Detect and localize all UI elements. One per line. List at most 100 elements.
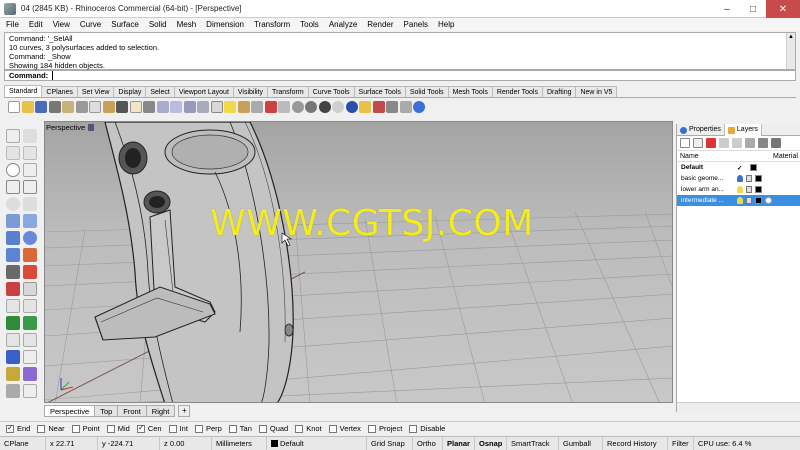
layer-icon[interactable] bbox=[23, 384, 37, 398]
menu-curve[interactable]: Curve bbox=[80, 20, 101, 29]
command-prompt[interactable]: Command: bbox=[4, 70, 796, 81]
move-up-icon[interactable] bbox=[719, 138, 729, 148]
tab-solid-tools[interactable]: Solid Tools bbox=[404, 86, 449, 97]
osnap-checkbox[interactable] bbox=[106, 424, 115, 433]
rectangle-icon[interactable] bbox=[6, 180, 20, 194]
tab-curve-tools[interactable]: Curve Tools bbox=[307, 86, 355, 97]
curve-icon[interactable] bbox=[23, 146, 37, 160]
dimension-icon[interactable] bbox=[6, 350, 20, 364]
move-icon[interactable] bbox=[6, 282, 20, 296]
status-filter[interactable]: Filter bbox=[668, 436, 694, 450]
status-planar[interactable]: Planar bbox=[443, 436, 475, 450]
menu-surface[interactable]: Surface bbox=[111, 20, 139, 29]
status-record-history[interactable]: Record History bbox=[603, 436, 668, 450]
zoom-window-icon[interactable] bbox=[170, 101, 182, 113]
osnap-checkbox[interactable] bbox=[136, 423, 145, 433]
copy-icon[interactable] bbox=[89, 101, 101, 113]
layer-row[interactable]: lower arm an... bbox=[677, 184, 800, 195]
trim-icon[interactable] bbox=[6, 299, 20, 313]
add-viewport-icon[interactable]: + bbox=[178, 405, 191, 417]
status-cplane[interactable]: CPlane bbox=[0, 436, 46, 450]
tab-transform[interactable]: Transform bbox=[267, 86, 309, 97]
menu-view[interactable]: View bbox=[53, 20, 70, 29]
help-icon[interactable] bbox=[413, 101, 425, 113]
osnap-int[interactable]: Int bbox=[168, 424, 188, 433]
status-units[interactable]: Millimeters bbox=[212, 436, 267, 450]
menu-solid[interactable]: Solid bbox=[149, 20, 167, 29]
open-folder-icon[interactable] bbox=[21, 101, 34, 113]
osnap-end[interactable]: End bbox=[6, 423, 30, 433]
layer-row-default[interactable]: Default ✓ bbox=[677, 162, 800, 173]
tab-surface-tools[interactable]: Surface Tools bbox=[353, 86, 406, 97]
menu-help[interactable]: Help bbox=[438, 20, 454, 29]
layer-color-swatch[interactable] bbox=[755, 175, 762, 182]
layer-row[interactable]: basic geome... bbox=[677, 173, 800, 184]
layer-color-swatch[interactable] bbox=[750, 164, 758, 171]
mesh-icon[interactable] bbox=[6, 265, 20, 279]
cylinder-icon[interactable] bbox=[6, 248, 20, 262]
filter-icon[interactable] bbox=[758, 138, 768, 148]
command-input-caret[interactable] bbox=[52, 71, 54, 80]
zoom-selected-icon[interactable] bbox=[197, 101, 209, 113]
ellipse-icon[interactable] bbox=[6, 197, 20, 211]
import-icon[interactable] bbox=[62, 101, 74, 113]
osnap-checkbox[interactable] bbox=[367, 424, 376, 433]
select-arrow-icon[interactable] bbox=[6, 129, 20, 143]
save-icon[interactable] bbox=[35, 101, 47, 113]
surface-icon[interactable] bbox=[6, 214, 20, 228]
arc-icon[interactable] bbox=[23, 163, 37, 177]
analyze-icon[interactable] bbox=[6, 367, 20, 381]
grid-snap-icon[interactable] bbox=[6, 384, 20, 398]
osnap-checkbox[interactable] bbox=[258, 424, 267, 433]
osnap-point[interactable]: Point bbox=[71, 424, 100, 433]
column-material[interactable]: Material bbox=[773, 153, 798, 160]
new-file-icon[interactable] bbox=[8, 101, 20, 113]
new-sublayer-icon[interactable] bbox=[693, 138, 703, 148]
current-layer-check-icon[interactable]: ✓ bbox=[737, 164, 742, 172]
osnap-checkbox[interactable] bbox=[6, 423, 14, 433]
light-bulb-icon[interactable] bbox=[737, 186, 743, 193]
car-render-icon[interactable] bbox=[264, 101, 277, 113]
osnap-checkbox[interactable] bbox=[409, 424, 418, 433]
extrude-icon[interactable] bbox=[23, 214, 37, 228]
join-icon[interactable] bbox=[6, 316, 20, 330]
tab-set-view[interactable]: Set View bbox=[76, 86, 115, 97]
settings-icon[interactable] bbox=[399, 101, 412, 113]
zoom-icon[interactable] bbox=[156, 101, 169, 113]
scale-icon[interactable] bbox=[23, 333, 37, 347]
point-icon[interactable] bbox=[23, 129, 37, 143]
column-name[interactable]: Name bbox=[680, 153, 699, 160]
menu-dimension[interactable]: Dimension bbox=[206, 20, 244, 29]
shaded-sphere-icon[interactable] bbox=[305, 101, 317, 113]
tab-perspective[interactable]: Perspective bbox=[44, 405, 96, 417]
history-icon[interactable] bbox=[23, 367, 37, 381]
menu-analyze[interactable]: Analyze bbox=[329, 20, 357, 29]
zoom-extents-icon[interactable] bbox=[183, 101, 196, 113]
osnap-checkbox[interactable] bbox=[328, 424, 337, 433]
rotate-icon[interactable] bbox=[6, 333, 20, 347]
lock-icon[interactable] bbox=[746, 186, 752, 193]
viewport-title[interactable]: Perspective bbox=[46, 122, 95, 133]
move-to-parent-icon[interactable] bbox=[745, 138, 755, 148]
menu-mesh[interactable]: Mesh bbox=[177, 20, 197, 29]
explode-icon[interactable] bbox=[23, 316, 37, 330]
perspective-viewport[interactable] bbox=[44, 121, 673, 403]
light-bulb-icon[interactable] bbox=[737, 175, 743, 182]
osnap-near[interactable]: Near bbox=[37, 424, 65, 433]
tab-front[interactable]: Front bbox=[117, 405, 147, 417]
menu-panels[interactable]: Panels bbox=[404, 20, 428, 29]
split-icon[interactable] bbox=[23, 299, 37, 313]
status-osnap[interactable]: Osnap bbox=[475, 436, 507, 450]
menu-render[interactable]: Render bbox=[367, 20, 393, 29]
minimize-icon[interactable]: – bbox=[714, 0, 740, 18]
copy-object-icon[interactable] bbox=[23, 282, 37, 296]
grid-icon[interactable] bbox=[278, 101, 290, 113]
maximize-icon[interactable]: □ bbox=[740, 0, 766, 18]
lock-icon[interactable] bbox=[746, 197, 752, 204]
lock-icon[interactable] bbox=[237, 101, 250, 113]
osnap-tan[interactable]: Tan bbox=[228, 424, 252, 433]
status-smarttrack[interactable]: SmartTrack bbox=[507, 436, 559, 450]
osnap-mid[interactable]: Mid bbox=[106, 424, 130, 433]
tab-top[interactable]: Top bbox=[94, 405, 119, 417]
delete-layer-icon[interactable] bbox=[706, 138, 716, 148]
